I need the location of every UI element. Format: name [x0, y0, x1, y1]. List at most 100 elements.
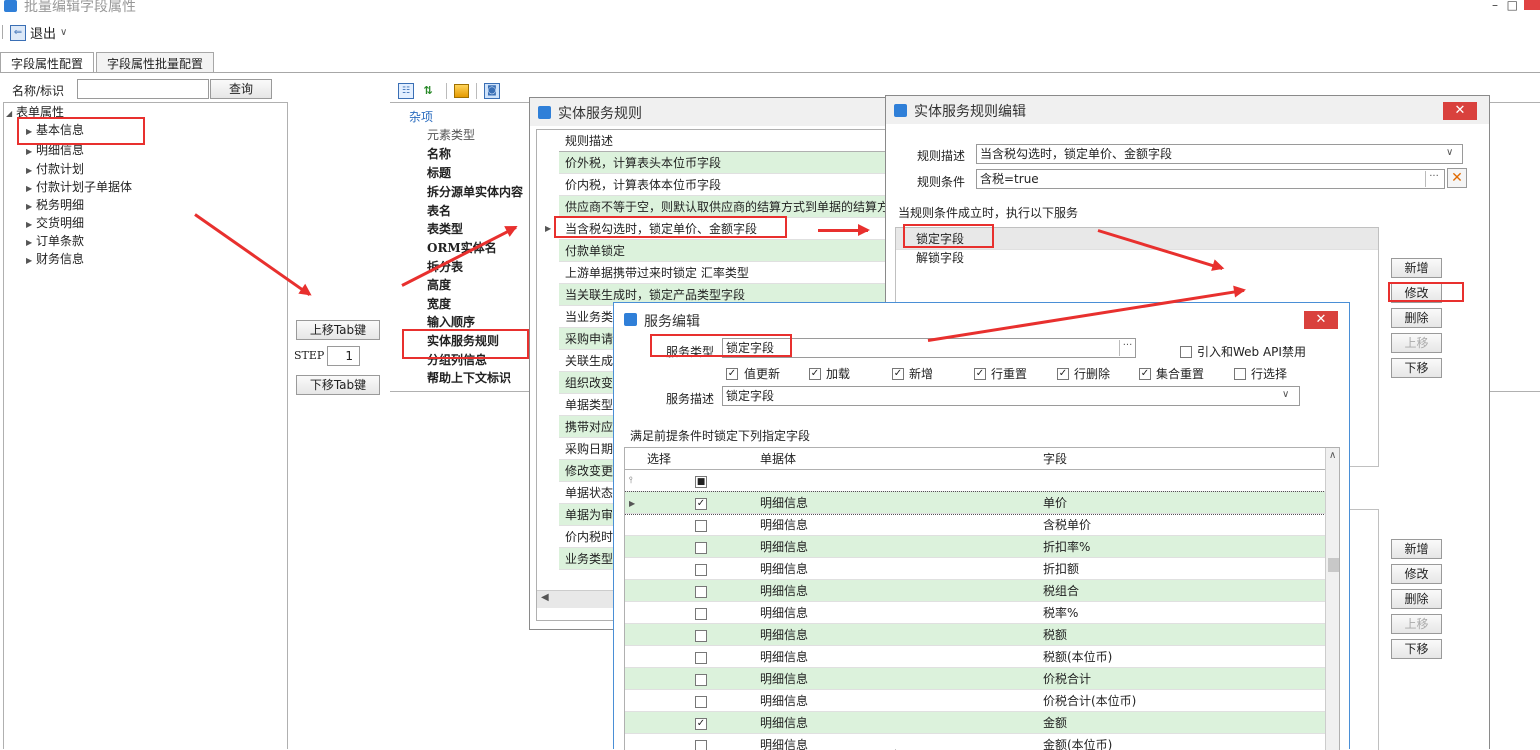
grid-row[interactable]: 明细信息税额	[625, 624, 1325, 646]
checkbox-icon[interactable]: ✓	[726, 368, 738, 380]
close-button[interactable]: ✕	[1443, 102, 1477, 120]
prop-row[interactable]: ORM实体名	[403, 241, 533, 256]
tree-item-payplan-sub[interactable]: ▶付款计划子单据体	[26, 180, 132, 195]
checkbox-icon[interactable]: ■	[695, 476, 707, 488]
checkbox-icon[interactable]: ✓	[892, 368, 904, 380]
service-desc-field[interactable]: 锁定字段	[722, 386, 1300, 406]
check-collection-reset[interactable]: ✓	[1139, 366, 1151, 380]
close-button[interactable]: ✕	[1304, 311, 1338, 329]
grid-row[interactable]: 明细信息税率%	[625, 602, 1325, 624]
delete-button-lower[interactable]: 删除	[1391, 589, 1442, 609]
prop-row[interactable]: 元素类型	[403, 128, 533, 143]
expand-icon[interactable]: ▶	[26, 163, 36, 178]
prop-row[interactable]: 表名	[403, 204, 533, 219]
move-down-service-button[interactable]: 下移	[1391, 358, 1442, 378]
grid-row[interactable]: ✓明细信息金额	[625, 712, 1325, 734]
tree-item-delivery[interactable]: ▶交货明细	[26, 216, 84, 231]
webapi-checkbox[interactable]	[1180, 344, 1192, 358]
checkbox-icon[interactable]	[695, 564, 707, 576]
prop-row[interactable]: 标题	[403, 166, 533, 181]
checkbox-icon[interactable]	[695, 608, 707, 620]
checkbox-icon[interactable]	[695, 630, 707, 642]
grid-row[interactable]: 明细信息价税合计(本位币)	[625, 690, 1325, 712]
checkbox-icon[interactable]	[1234, 368, 1246, 380]
check-load[interactable]: ✓	[809, 366, 821, 380]
prop-row[interactable]: 宽度	[403, 297, 533, 312]
move-up-service-button[interactable]: 上移	[1391, 333, 1442, 353]
checkbox-icon[interactable]	[695, 674, 707, 686]
checkbox-icon[interactable]: ✓	[1057, 368, 1069, 380]
row-select-checkbox[interactable]	[695, 690, 707, 712]
checkbox-icon[interactable]: ✓	[695, 718, 707, 730]
select-all-checkbox[interactable]: ■	[695, 470, 707, 492]
collapse-icon[interactable]: ◢	[6, 106, 16, 121]
grid-row[interactable]: 明细信息金额(本位币)	[625, 734, 1325, 750]
rule-row[interactable]: 价外税，计算表头本位币字段	[559, 152, 890, 174]
expand-icon[interactable]: ▶	[26, 235, 36, 250]
service-row-unlock[interactable]: 解锁字段	[896, 247, 1378, 269]
add-service-button[interactable]: 新增	[1391, 258, 1442, 278]
property-pages-icon[interactable]	[454, 84, 469, 98]
checkbox-icon[interactable]	[695, 586, 707, 598]
row-select-checkbox[interactable]	[695, 734, 707, 750]
tree-item-detail[interactable]: ▶明细信息	[26, 143, 84, 158]
ellipsis-icon[interactable]: ···	[1425, 171, 1442, 187]
prop-row[interactable]: 名称	[403, 147, 533, 162]
rule-row[interactable]: 价内税，计算表体本位币字段	[559, 174, 890, 196]
events-icon[interactable]: ◙	[484, 83, 500, 99]
move-up-button-lower[interactable]: 上移	[1391, 614, 1442, 634]
row-select-checkbox[interactable]: ✓	[695, 492, 707, 514]
checkbox-icon[interactable]	[695, 696, 707, 708]
expand-icon[interactable]: ▶	[26, 253, 36, 268]
move-down-tab-button[interactable]: 下移Tab键	[296, 375, 380, 395]
checkbox-icon[interactable]: ✓	[695, 498, 707, 510]
add-button-lower[interactable]: 新增	[1391, 539, 1442, 559]
scroll-up-icon[interactable]: ∧	[1329, 450, 1336, 461]
row-select-checkbox[interactable]	[695, 580, 707, 602]
maximize-icon[interactable]: □	[1507, 0, 1518, 12]
chevron-down-icon[interactable]: ∨	[1446, 147, 1453, 158]
grid-row[interactable]: 明细信息折扣额	[625, 558, 1325, 580]
prop-row[interactable]: 高度	[403, 278, 533, 293]
row-select-checkbox[interactable]	[695, 624, 707, 646]
chevron-down-icon[interactable]: ∨	[60, 27, 67, 38]
categorize-icon[interactable]: ☷	[398, 83, 414, 99]
rule-row[interactable]: 付款单锁定	[559, 240, 890, 262]
grid-row[interactable]: ✓明细信息单价	[625, 492, 1325, 514]
move-down-button-lower[interactable]: 下移	[1391, 639, 1442, 659]
edit-button-lower[interactable]: 修改	[1391, 564, 1442, 584]
grid-vscrollbar[interactable]: ∧	[1325, 448, 1340, 750]
checkbox-icon[interactable]	[1180, 346, 1192, 358]
check-value-update[interactable]: ✓	[726, 366, 738, 380]
check-row-select[interactable]	[1234, 366, 1246, 380]
chevron-down-icon[interactable]: ∨	[1282, 389, 1289, 400]
check-row-delete[interactable]: ✓	[1057, 366, 1069, 380]
expand-icon[interactable]: ▶	[26, 199, 36, 214]
exit-button[interactable]: ⇐ 退出 ∨	[10, 23, 67, 42]
rule-row[interactable]: 供应商不等于空，则默认取供应商的结算方式到单据的结算方式	[559, 196, 890, 218]
tree-item-payplan[interactable]: ▶付款计划	[26, 162, 84, 177]
checkbox-icon[interactable]	[695, 740, 707, 750]
checkbox-icon[interactable]: ✓	[1139, 368, 1151, 380]
grid-row[interactable]: 明细信息税额(本位币)	[625, 646, 1325, 668]
checkbox-icon[interactable]: ✓	[809, 368, 821, 380]
grid-row[interactable]: 明细信息含税单价	[625, 514, 1325, 536]
close-icon[interactable]	[1524, 0, 1540, 10]
expand-icon[interactable]: ▶	[26, 144, 36, 159]
delete-service-button[interactable]: 删除	[1391, 308, 1442, 328]
grid-row[interactable]: 明细信息价税合计	[625, 668, 1325, 690]
rule-desc-field[interactable]: 当含税勾选时，锁定单价、金额字段	[976, 144, 1463, 164]
checkbox-icon[interactable]	[695, 520, 707, 532]
expand-icon[interactable]: ▶	[26, 217, 36, 232]
tree-item-terms[interactable]: ▶订单条款	[26, 234, 84, 249]
grid-row[interactable]: 明细信息折扣率%	[625, 536, 1325, 558]
expand-icon[interactable]: ▶	[26, 181, 36, 196]
row-select-checkbox[interactable]	[695, 514, 707, 536]
row-select-checkbox[interactable]	[695, 646, 707, 668]
row-select-checkbox[interactable]: ✓	[695, 712, 707, 734]
tree-item-tax[interactable]: ▶税务明细	[26, 198, 84, 213]
check-new[interactable]: ✓	[892, 366, 904, 380]
checkbox-icon[interactable]	[695, 542, 707, 554]
sort-icon[interactable]: ⇅	[420, 83, 436, 99]
rule-row[interactable]: 上游单据携带过来时锁定 汇率类型	[559, 262, 890, 284]
